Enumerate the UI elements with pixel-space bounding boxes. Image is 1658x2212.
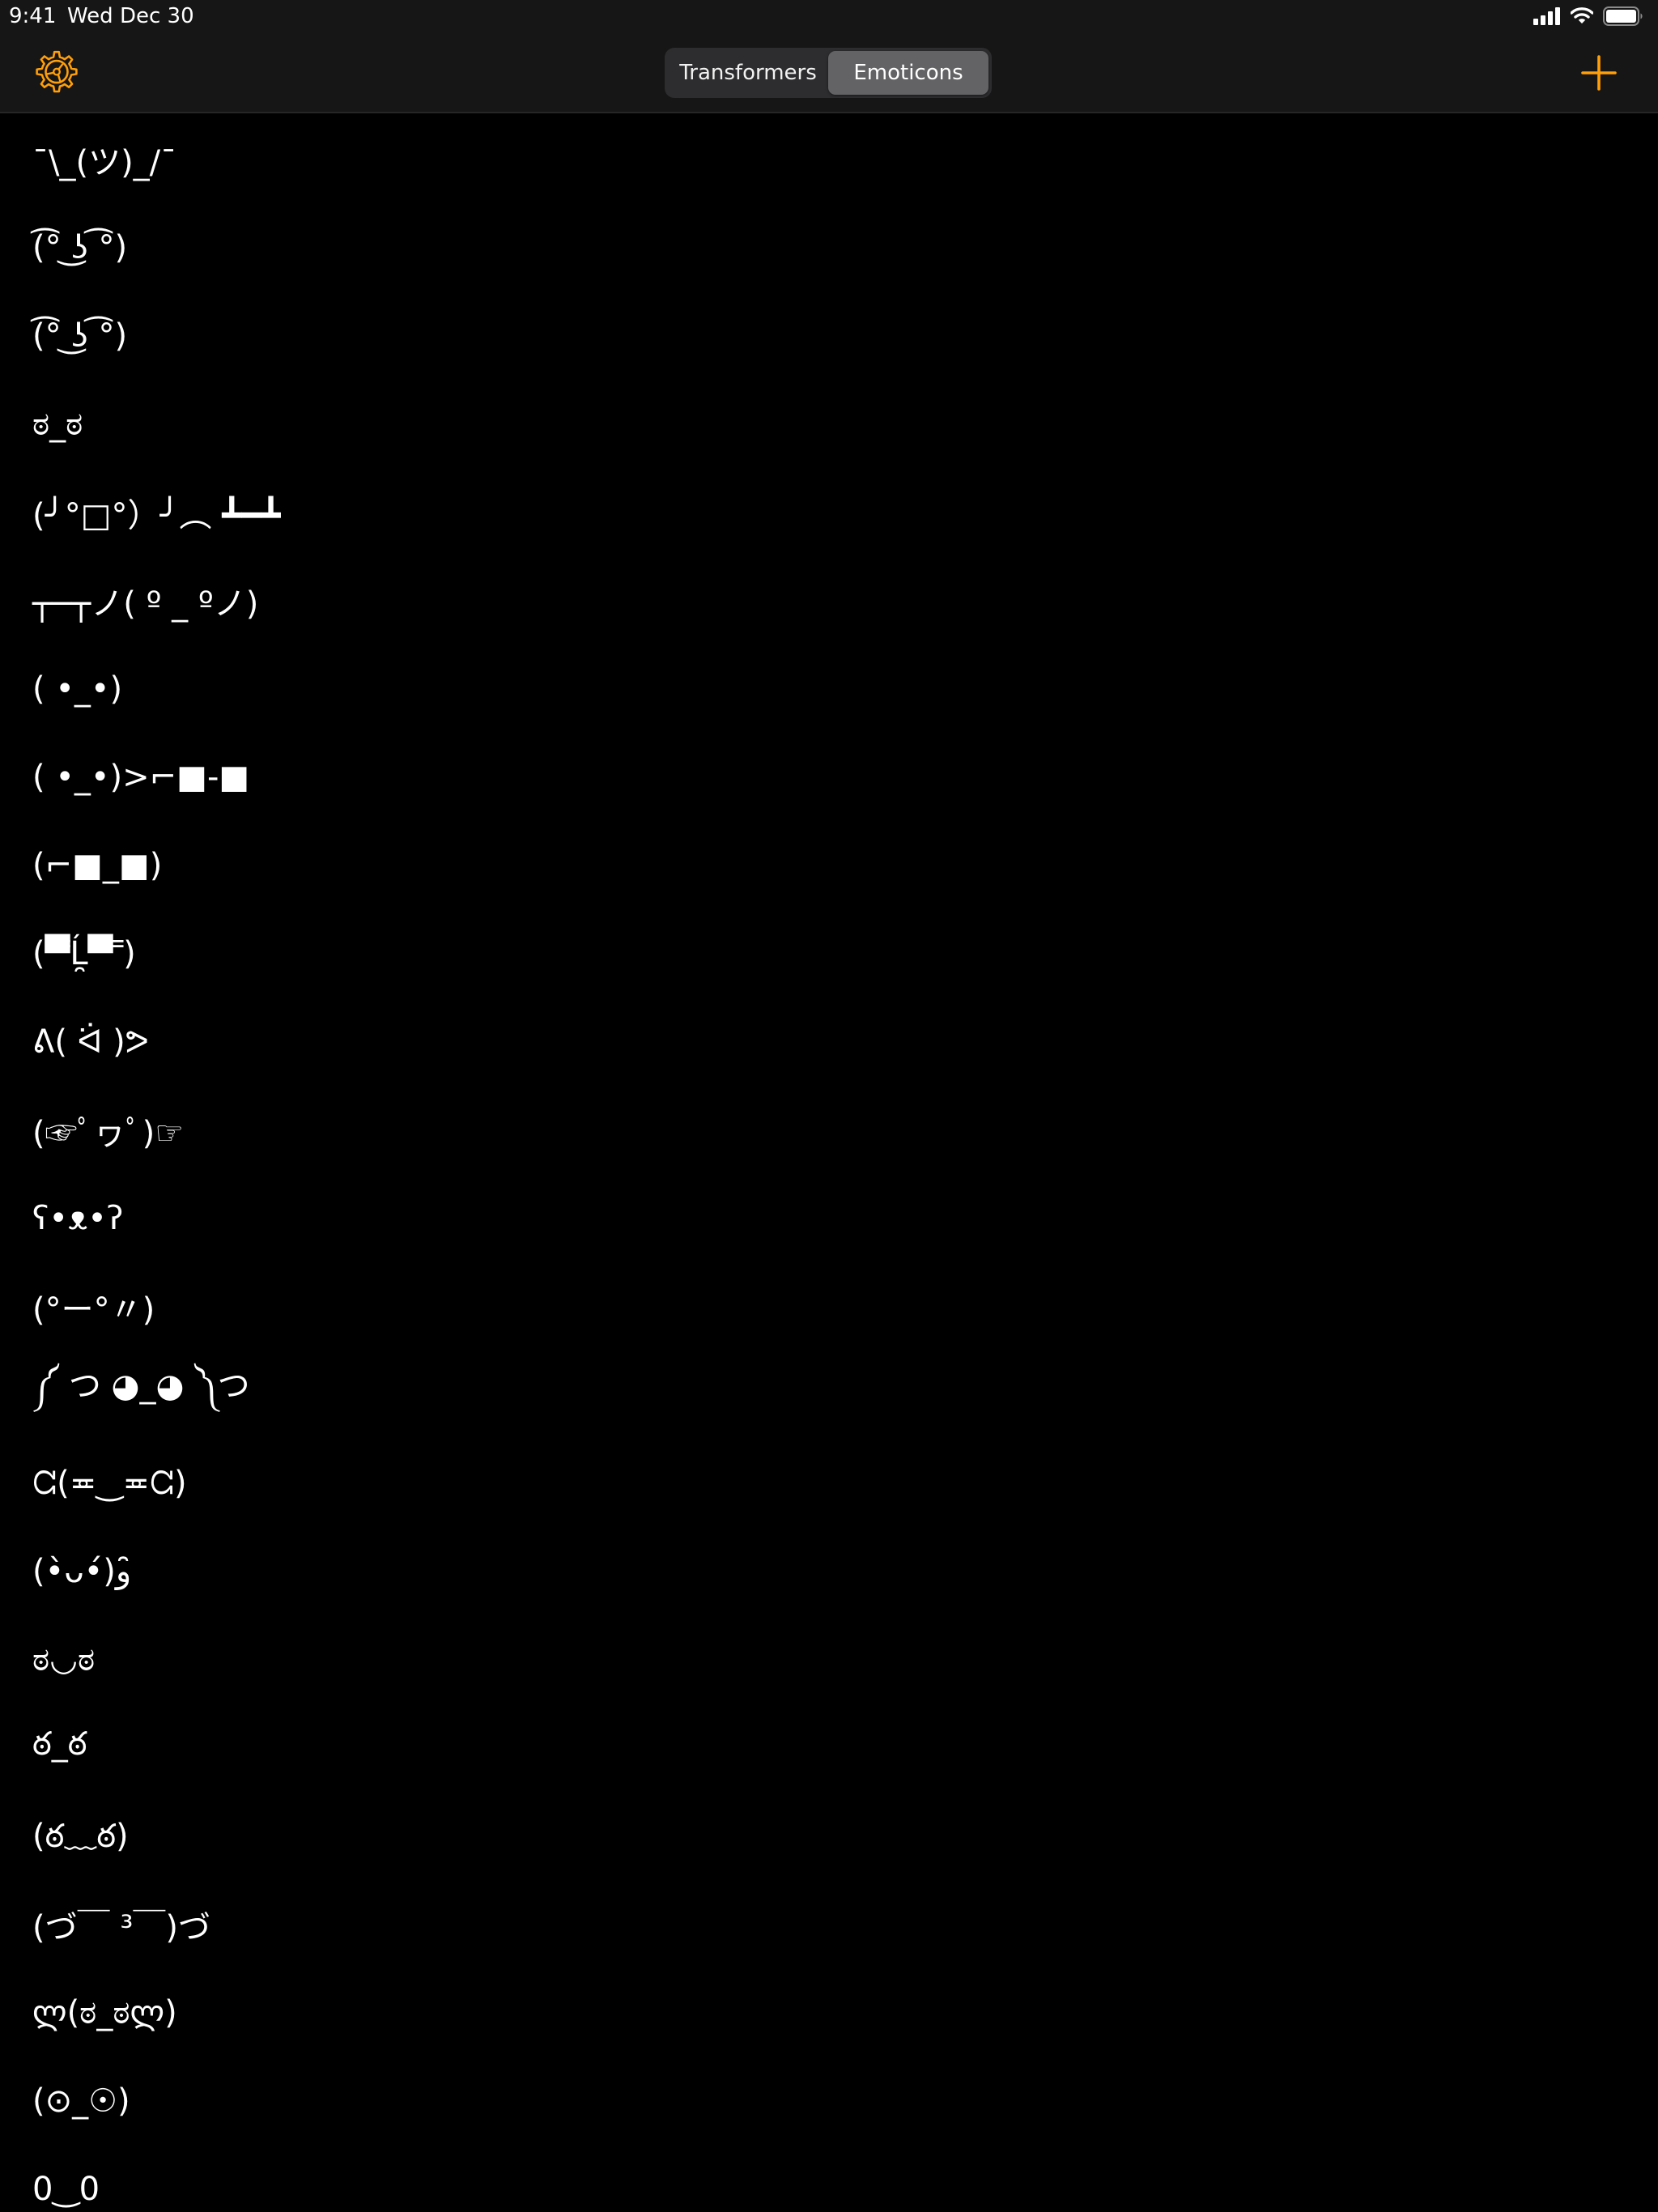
emoticon-list: ¯\_(ツ)_/¯ (͡° ͜ʖ ͡°) (͡° ͜ʖ ͡°) ಠ_ಠ (╯°□… [0,115,1658,2212]
emoticon-row[interactable]: (づ￣ ³￣)づ [0,1880,1658,1968]
emoticon-row[interactable]: ᕕ( ᐛ )ᕗ [0,998,1658,1086]
emoticon-row[interactable]: ( •_•)>⌐■-■ [0,733,1658,821]
emoticon-row[interactable]: ༼ つ ◕_◕ ༽つ [0,1351,1658,1439]
emoticon-row[interactable]: ლ(ಠ_ಠლ) [0,1968,1658,2057]
status-time: 9:41 [9,4,57,28]
cellular-signal-icon [1533,7,1561,25]
emoticon-row[interactable]: (͡° ͜ʖ ͡°) [0,291,1658,380]
status-bar: 9:41 Wed Dec 30 [0,0,1658,32]
segment-emoticons[interactable]: Emoticons [828,51,988,95]
emoticon-row[interactable]: (☞ﾟヮﾟ)☞ [0,1086,1658,1174]
emoticon-row[interactable]: (͡° ͜ʖ ͡°) [0,203,1658,291]
emoticon-row[interactable]: ┬─┬ノ( º _ ºノ) [0,556,1658,644]
plus-icon [1580,54,1618,91]
status-indicators [1533,5,1643,28]
add-button[interactable] [1579,53,1619,93]
navigation-bar: Transformers Emoticons [0,32,1658,113]
emoticon-row[interactable]: (⌐■_■) [0,821,1658,909]
status-date: Wed Dec 30 [67,4,194,28]
settings-button[interactable] [32,48,81,96]
emoticon-row[interactable]: (▀̿Ĺ̯▀̿ ̿) [0,909,1658,998]
emoticon-row[interactable]: ಠ◡ಠ [0,1615,1658,1704]
emoticon-row[interactable]: (ఠ﹏ఠ) [0,1792,1658,1880]
emoticon-row[interactable]: ¯\_(ツ)_/¯ [0,115,1658,203]
emoticon-row[interactable]: (⊙_☉) [0,2057,1658,2145]
segment-transformers[interactable]: Transformers [668,51,828,95]
wifi-icon [1571,7,1593,25]
emoticon-row[interactable]: ᘳ(≖‿≖ᘳ) [0,1439,1658,1527]
battery-icon [1603,6,1643,26]
emoticon-row[interactable]: (•̀ᴗ•́)و ̑̑ [0,1527,1658,1615]
emoticon-row[interactable]: ʕ•ᴥ•ʔ [0,1174,1658,1262]
emoticon-row[interactable]: 0‿0 [0,2145,1658,2212]
emoticon-row[interactable]: ఠ_ఠ [0,1704,1658,1792]
mode-segmented-control: Transformers Emoticons [665,48,992,98]
emoticon-row[interactable]: ಠ_ಠ [0,380,1658,468]
emoticon-row[interactable]: (°ー°〃) [0,1262,1658,1351]
emoticon-row[interactable]: ( •_•) [0,644,1658,733]
emoticon-row[interactable]: (╯°□°）╯︵ ┻━┻ [0,468,1658,556]
gear-icon [34,49,79,95]
